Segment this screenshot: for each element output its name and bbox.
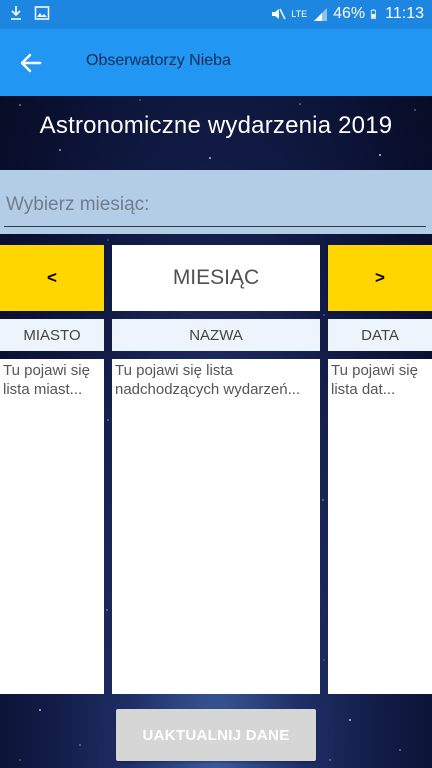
city-list[interactable]: Tu pojawi się lista miast... bbox=[0, 359, 104, 694]
next-month-button[interactable]: > bbox=[328, 245, 432, 311]
status-right-icons: LTE 46% 11:13 bbox=[270, 5, 424, 23]
battery-icon bbox=[371, 9, 377, 19]
prev-month-button[interactable]: < bbox=[0, 245, 104, 311]
month-select-underline bbox=[4, 226, 426, 227]
clock: 11:13 bbox=[385, 5, 424, 22]
month-select-field[interactable]: Wybierz miesiąc: bbox=[0, 170, 432, 234]
mute-vibrate-icon bbox=[272, 8, 286, 20]
arrow-back-icon bbox=[20, 53, 42, 73]
event-list[interactable]: Tu pojawi się lista nadchodzących wydarz… bbox=[112, 359, 320, 694]
back-button[interactable] bbox=[16, 48, 46, 78]
download-icon bbox=[11, 6, 21, 20]
column-header-city: MIASTO bbox=[0, 319, 104, 351]
app-title: Obserwatorzy Nieba bbox=[86, 52, 231, 69]
battery-percent: 46% bbox=[333, 5, 366, 22]
image-icon bbox=[34, 6, 50, 20]
event-list-placeholder: Tu pojawi się lista nadchodzących wydarz… bbox=[115, 362, 301, 398]
status-left-icons bbox=[8, 5, 50, 21]
column-header-date: DATA bbox=[328, 319, 432, 351]
status-bar: LTE 46% 11:13 bbox=[0, 0, 432, 29]
lte-icon: LTE bbox=[291, 8, 308, 19]
column-header-name: NAZWA bbox=[112, 319, 320, 351]
update-data-button[interactable]: UAKTUALNIJ DANE bbox=[116, 709, 316, 761]
app-bar: Obserwatorzy Nieba bbox=[0, 29, 432, 96]
page-title: Astronomiczne wydarzenia 2019 bbox=[39, 112, 393, 139]
date-list-placeholder: Tu pojawi się lista dat... bbox=[331, 362, 418, 398]
month-display: MIESIĄC bbox=[112, 245, 320, 311]
city-list-placeholder: Tu pojawi się lista miast... bbox=[3, 362, 90, 398]
date-list[interactable]: Tu pojawi się lista dat... bbox=[328, 359, 432, 694]
signal-icon bbox=[314, 8, 328, 21]
month-select-label: Wybierz miesiąc: bbox=[6, 194, 150, 215]
